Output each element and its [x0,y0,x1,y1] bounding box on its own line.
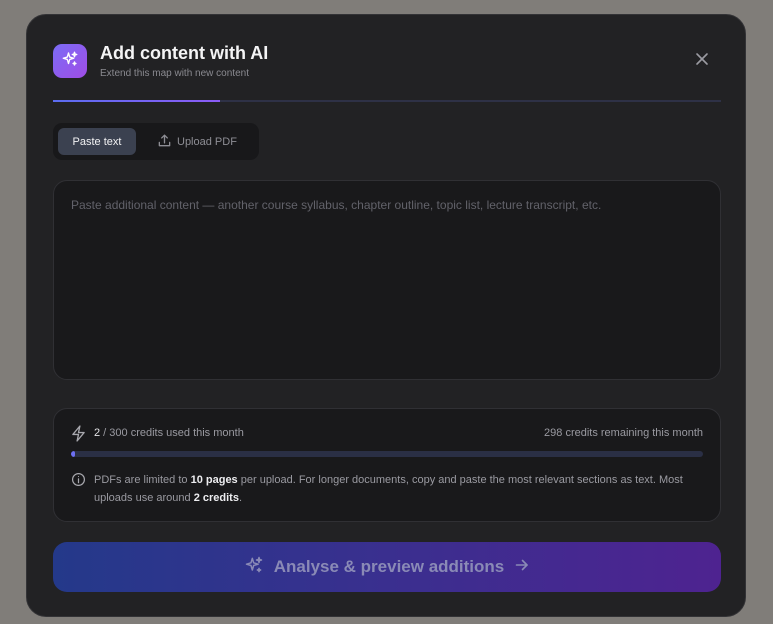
tab-paste-text[interactable]: Paste text [58,128,136,155]
info-icon [71,472,86,492]
sparkles-icon [244,555,264,580]
step-progress [53,100,721,102]
sparkles-icon [61,50,79,73]
arrow-right-icon [514,557,530,578]
pdf-limit-note: PDFs are limited to 10 pages per upload.… [94,471,704,507]
close-icon[interactable] [694,51,710,72]
credits-remaining: 298 credits remaining this month [544,427,703,439]
note-page-limit: 10 pages [190,474,238,486]
credits-used-suffix: / 300 credits used this month [100,427,244,439]
lightning-icon [71,425,86,447]
tab-upload-pdf[interactable]: Upload PDF [157,128,247,155]
content-textarea[interactable] [54,181,720,379]
ai-badge [53,44,87,78]
close-button[interactable] [692,51,712,71]
add-content-modal: Add content with AI Extend this map with… [26,14,746,617]
analyse-preview-label: Analyse & preview additions [273,557,505,576]
tab-upload-label: Upload PDF [177,135,237,148]
modal-subtitle: Extend this map with new content [100,68,249,79]
modal-title: Add content with AI [100,43,269,63]
input-mode-tabs: Paste text Upload PDF [53,123,259,160]
note-suffix: . [238,492,242,504]
step-progress-fill [53,100,220,102]
credits-used: 2 / 300 credits used this month [94,427,244,439]
note-credit-estimate: 2 credits [193,492,239,504]
content-input-container [53,180,721,380]
note-prefix: PDFs are limited to [94,474,191,486]
credits-panel: 2 / 300 credits used this month 298 cred… [53,408,721,522]
analyse-preview-button[interactable]: Analyse & preview additions [53,542,721,592]
credits-usage-fill [71,451,76,457]
credits-usage-bar [71,451,703,457]
upload-icon [157,133,172,151]
